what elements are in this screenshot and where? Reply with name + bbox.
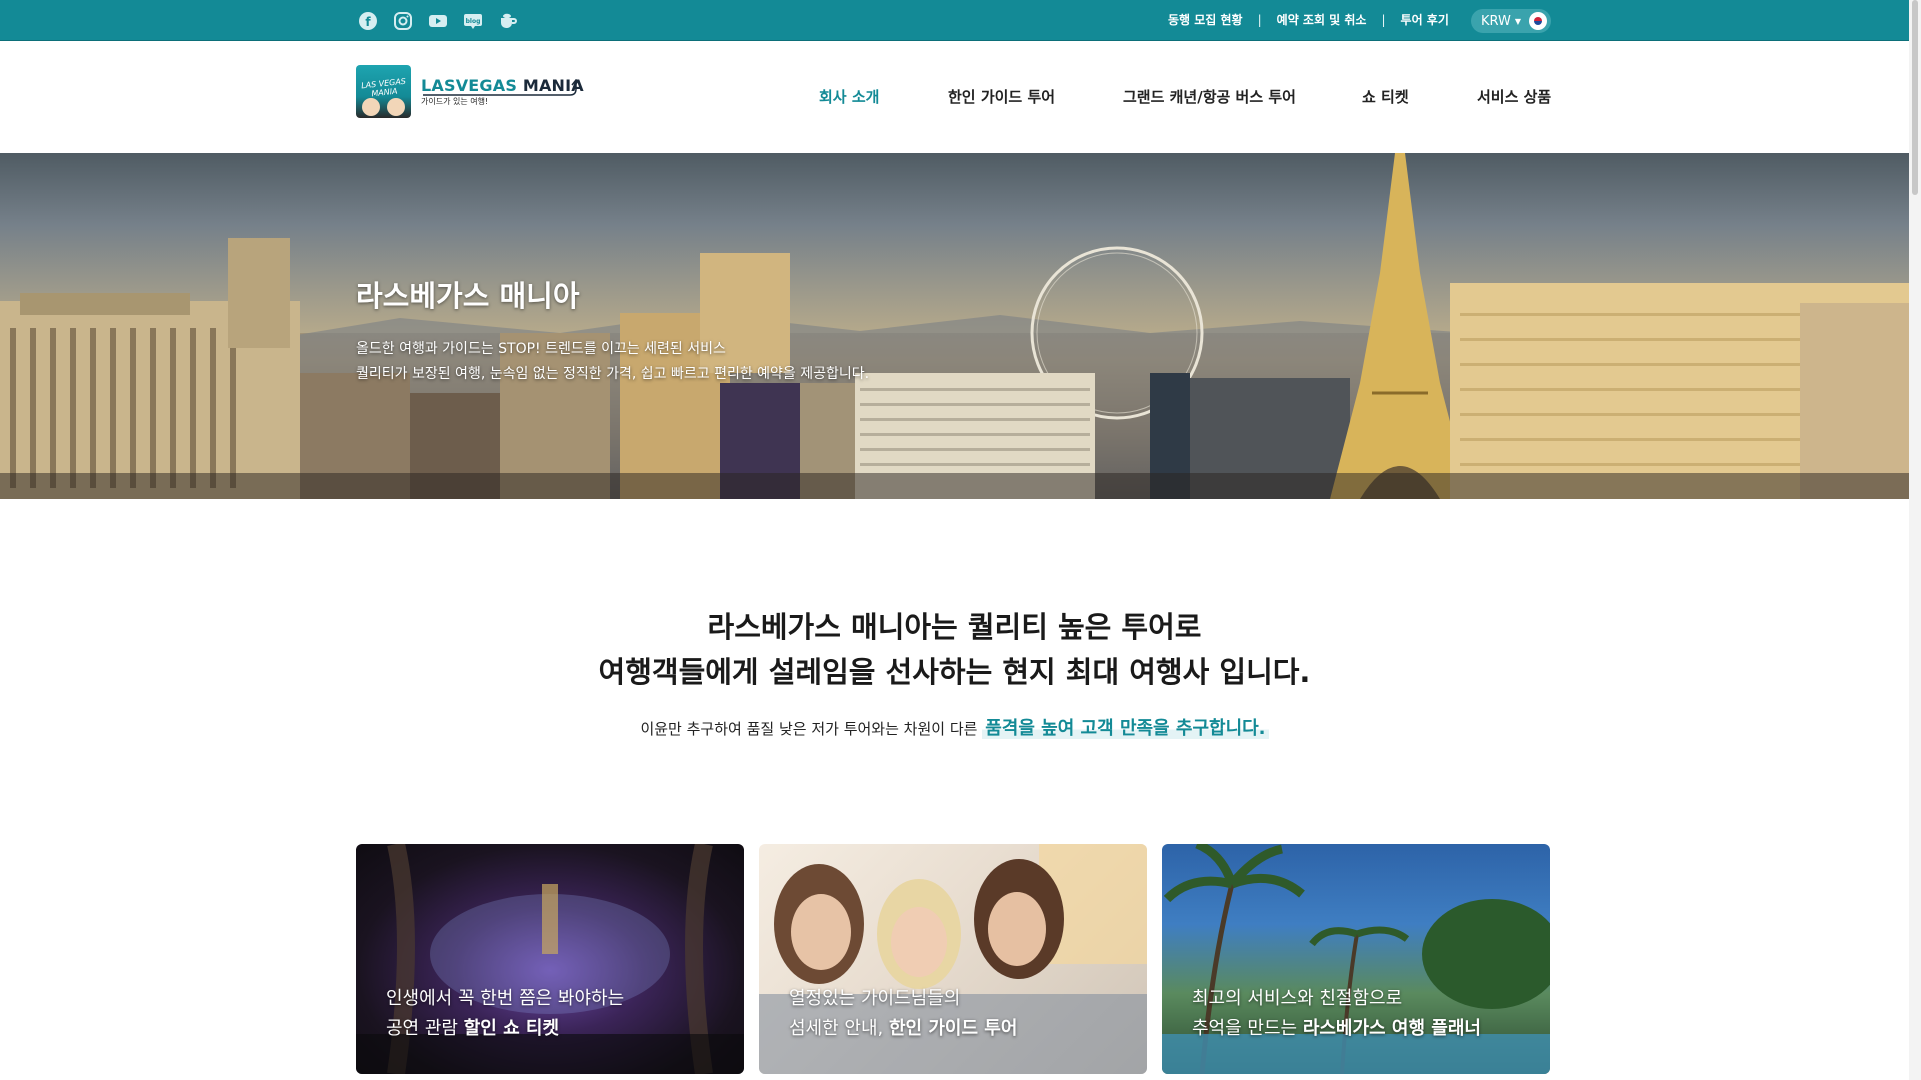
card-line1: 최고의 서비스와 친절함으로	[1192, 988, 1403, 1009]
link-reservation-lookup[interactable]: 예약 조회 및 취소	[1277, 11, 1367, 28]
hero-desc-line2: 퀄리티가 보장된 여행, 눈속임 없는 정직한 가격, 쉽고 빠르고 편리한 예…	[356, 366, 870, 382]
card-line2-prefix: 추억을 만드는	[1192, 1018, 1303, 1039]
link-companion-status[interactable]: 동행 모집 현황	[1168, 11, 1243, 28]
social-links: f blog	[356, 11, 520, 31]
hero-skyline-image	[0, 153, 1909, 499]
card-guide-tour[interactable]: 열정있는 가이드님들의 섬세한 안내, 한인 가이드 투어	[759, 844, 1147, 1074]
card-line1: 열정있는 가이드님들의	[789, 988, 961, 1009]
site-header: LAS VEGAS MANIA LASVEGAS MANIA 가이드가 있는 여…	[0, 41, 1909, 153]
intro-heading-line1: 라스베가스 매니아는 퀄리티 높은 투어로	[707, 610, 1202, 644]
nav-item-guide-tour[interactable]: 한인 가이드 투어	[948, 86, 1055, 107]
svg-text:f: f	[365, 15, 371, 29]
nav-item-services[interactable]: 서비스 상품	[1477, 86, 1551, 107]
card-line2-bold: 한인 가이드 투어	[888, 1018, 1018, 1039]
intro-sub-text: 이윤만 추구하여 품질 낮은 저가 투어와는 차원이 다른	[640, 720, 978, 738]
card-text: 최고의 서비스와 친절함으로 추억을 만드는 라스베가스 여행 플래너	[1192, 984, 1481, 1044]
top-links: 동행 모집 현황 | 예약 조회 및 취소 | 투어 후기	[1168, 11, 1449, 28]
intro-heading-line2: 여행객들에게 설레임을 선사하는 현지 최대 여행사 입니다.	[598, 655, 1311, 689]
logo-badge-text: LAS VEGAS MANIA	[360, 76, 407, 99]
korea-flag-icon	[1529, 12, 1547, 30]
hero-desc-line1: 올드한 여행과 가이드는 STOP! 트렌드를 이끄는 세련된 서비스	[356, 341, 726, 357]
card-show-ticket[interactable]: 인생에서 꼭 한번 쯤은 봐야하는 공연 관람 할인 쇼 티켓	[356, 844, 744, 1074]
card-line2-prefix: 섬세한 안내,	[789, 1018, 889, 1039]
currency-selector[interactable]: KRW ▼	[1471, 9, 1551, 33]
page-scrollbar[interactable]	[1909, 0, 1921, 1080]
hero-title: 라스베가스 매니아	[356, 279, 580, 313]
separator: |	[1381, 12, 1386, 27]
currency-label: KRW	[1481, 13, 1511, 29]
cafe-icon[interactable]	[496, 11, 520, 31]
svg-text:blog: blog	[466, 18, 481, 25]
separator: |	[1257, 12, 1262, 27]
logo-badge: LAS VEGAS MANIA	[356, 65, 411, 118]
intro-sub-highlight: 품격을 높여 고객 만족을 추구합니다.	[982, 718, 1269, 739]
nav-item-grand-canyon[interactable]: 그랜드 캐년/항공 버스 투어	[1123, 86, 1296, 107]
chevron-down-icon: ▼	[1514, 16, 1522, 26]
logo-arrow-icon	[423, 79, 580, 96]
nav-item-show-ticket[interactable]: 쇼 티켓	[1362, 86, 1409, 107]
nav-item-about[interactable]: 회사 소개	[819, 86, 879, 107]
card-line2-bold: 라스베가스 여행 플래너	[1302, 1018, 1481, 1039]
hero-description: 올드한 여행과 가이드는 STOP! 트렌드를 이끄는 세련된 서비스 퀄리티가…	[356, 337, 869, 387]
hero-banner: 라스베가스 매니아 올드한 여행과 가이드는 STOP! 트렌드를 이끄는 세련…	[0, 153, 1909, 499]
instagram-icon[interactable]	[391, 11, 415, 31]
link-tour-reviews[interactable]: 투어 후기	[1401, 11, 1449, 28]
blog-icon[interactable]: blog	[461, 11, 485, 31]
card-line1: 인생에서 꼭 한번 쯤은 봐야하는	[386, 988, 625, 1009]
youtube-icon[interactable]	[426, 11, 450, 31]
scrollbar-thumb[interactable]	[1912, 0, 1918, 195]
top-bar: f blog 동행 모집 현황 | 예약 조회 및 취소 | 투어 후기 KRW…	[0, 0, 1909, 41]
card-line2-bold: 할인 쇼 티켓	[463, 1018, 560, 1039]
card-line2-prefix: 공연 관람	[386, 1018, 464, 1039]
facebook-icon[interactable]: f	[356, 11, 380, 31]
card-text: 열정있는 가이드님들의 섬세한 안내, 한인 가이드 투어	[789, 984, 1017, 1044]
intro-subtext: 이윤만 추구하여 품질 낮은 저가 투어와는 차원이 다른 품격을 높여 고객 …	[0, 714, 1909, 740]
card-text: 인생에서 꼭 한번 쯤은 봐야하는 공연 관람 할인 쇼 티켓	[386, 984, 624, 1044]
card-trip-planner[interactable]: 최고의 서비스와 친절함으로 추억을 만드는 라스베가스 여행 플래너	[1162, 844, 1550, 1074]
